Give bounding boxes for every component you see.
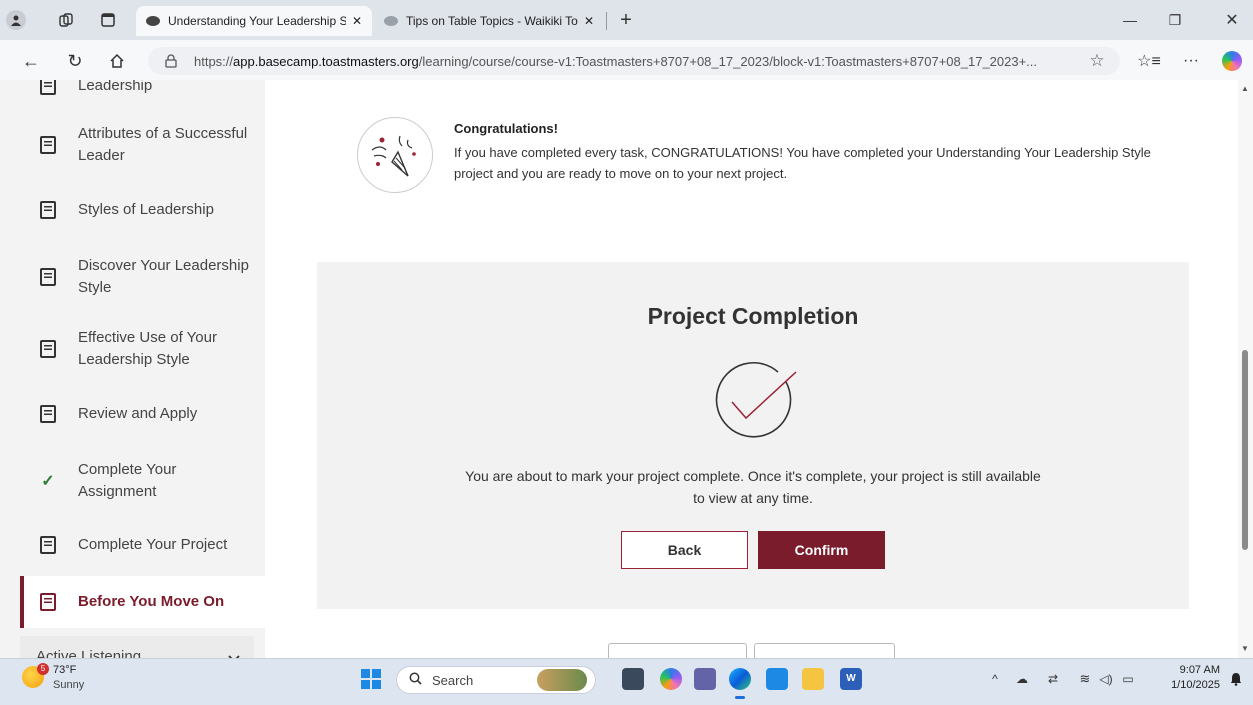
cloud-sync-icon[interactable]: ☁	[1012, 670, 1032, 688]
url-path: /learning/course/course-v1:Toastmasters+…	[418, 53, 1038, 69]
restore-button[interactable]: ❐	[1163, 8, 1187, 32]
weather-temp: 73°F	[53, 664, 77, 676]
teams-icon[interactable]	[694, 668, 716, 690]
sidebar-item-styles[interactable]: Styles of Leadership	[20, 196, 265, 224]
document-icon	[40, 405, 56, 423]
site-favicon-icon	[384, 16, 398, 26]
home-icon[interactable]	[106, 50, 128, 72]
tab-table-topics[interactable]: Tips on Table Topics - Waikiki Toa ✕	[374, 6, 604, 36]
volume-icon[interactable]: ◁)	[1096, 670, 1116, 688]
back-button[interactable]: Back	[621, 531, 748, 569]
sidebar-item-effective-use[interactable]: Effective Use of Your Leadership Style	[20, 324, 265, 374]
sidebar-item-before-you-move-on[interactable]: Before You Move On	[20, 576, 265, 628]
sidebar-item-attributes[interactable]: Attributes of a Successful Leader	[20, 120, 265, 170]
more-menu-icon[interactable]: ···	[1180, 50, 1202, 72]
sidebar-item-complete-project[interactable]: Complete Your Project	[20, 531, 265, 559]
chevron-down-icon	[228, 650, 240, 658]
congrats-body: If you have completed every task, CONGRA…	[454, 145, 1151, 181]
scrollbar-thumb[interactable]	[1242, 350, 1248, 550]
section-label: Active Listening	[36, 648, 142, 658]
url-host: app.basecamp.toastmasters.org	[233, 53, 419, 69]
completion-message: You are about to mark your project compl…	[465, 468, 1041, 506]
weather-badge: 5	[37, 663, 49, 675]
minimize-button[interactable]: —	[1118, 8, 1142, 32]
search-highlight-icon	[537, 669, 587, 691]
close-window-button[interactable]: ✕	[1220, 8, 1244, 32]
site-info-icon[interactable]	[162, 52, 180, 70]
task-view-icon[interactable]	[622, 668, 644, 690]
congrats-title: Congratulations!	[454, 121, 558, 136]
search-icon	[409, 672, 422, 688]
address-bar[interactable]: https://app.basecamp.toastmasters.org/le…	[148, 47, 1120, 75]
page-scrollbar[interactable]: ▲ ▼	[1238, 80, 1253, 658]
course-sidebar: Leadership Attributes of a Successful Le…	[0, 80, 265, 658]
document-icon	[40, 80, 56, 95]
refresh-icon[interactable]: ↻	[64, 50, 86, 72]
favorites-list-icon[interactable]: ☆≡	[1137, 50, 1161, 72]
celebration-icon	[357, 117, 433, 193]
tab-leadership[interactable]: Understanding Your Leadership St ✕	[136, 6, 372, 36]
document-icon	[40, 136, 56, 154]
tab-divider	[606, 12, 607, 30]
back-icon[interactable]: ←	[20, 50, 42, 72]
file-explorer-icon[interactable]	[802, 668, 824, 690]
workspaces-icon[interactable]	[56, 10, 76, 30]
tab-actions-icon[interactable]	[98, 10, 118, 30]
document-icon	[40, 593, 56, 611]
start-button[interactable]	[360, 668, 382, 690]
sidebar-item-discover[interactable]: Discover Your Leadership Style	[20, 252, 265, 302]
section-active-listening[interactable]: Active Listening	[20, 636, 254, 658]
document-icon	[40, 340, 56, 358]
clock-time[interactable]: 9:07 AM	[1150, 664, 1220, 676]
new-tab-button[interactable]: +	[614, 8, 638, 32]
scroll-up-icon[interactable]: ▲	[1241, 84, 1249, 93]
store-icon[interactable]	[766, 668, 788, 690]
document-icon	[40, 268, 56, 286]
sidebar-item-review[interactable]: Review and Apply	[20, 400, 265, 428]
confirm-button[interactable]: Confirm	[758, 531, 885, 569]
tray-chevron-up-icon[interactable]: ^	[986, 670, 1004, 688]
search-placeholder: Search	[432, 672, 474, 688]
favorite-star-icon[interactable]: ☆	[1086, 50, 1108, 72]
close-tab-icon[interactable]: ✕	[352, 14, 362, 28]
scroll-down-icon[interactable]: ▼	[1241, 644, 1249, 653]
network-icon[interactable]: ⇄	[1043, 670, 1063, 688]
battery-icon[interactable]: ▭	[1118, 670, 1138, 688]
site-favicon-icon	[146, 16, 160, 26]
check-icon: ✓	[41, 473, 55, 490]
profile-icon[interactable]	[6, 10, 26, 30]
completion-title: Project Completion	[647, 303, 859, 329]
document-icon	[40, 201, 56, 219]
taskbar-search[interactable]: Search	[396, 666, 596, 694]
close-tab-icon[interactable]: ✕	[584, 14, 594, 28]
copilot-icon[interactable]	[1222, 51, 1242, 71]
url-scheme: https://	[194, 53, 234, 69]
check-circle-icon	[708, 358, 798, 443]
weather-condition: Sunny	[53, 679, 85, 691]
notification-bell-icon[interactable]	[1227, 670, 1245, 688]
sidebar-item-assignment[interactable]: ✓ Complete Your Assignment	[20, 456, 265, 506]
copilot-app-icon[interactable]	[660, 668, 682, 690]
sidebar-item-leadership[interactable]: Leadership	[20, 80, 265, 100]
edge-icon[interactable]	[729, 668, 751, 690]
active-app-indicator	[735, 696, 745, 699]
word-icon[interactable]: W	[840, 668, 862, 690]
document-icon	[40, 536, 56, 554]
wifi-icon[interactable]: ≋	[1075, 670, 1095, 688]
clock-date[interactable]: 1/10/2025	[1150, 679, 1220, 691]
